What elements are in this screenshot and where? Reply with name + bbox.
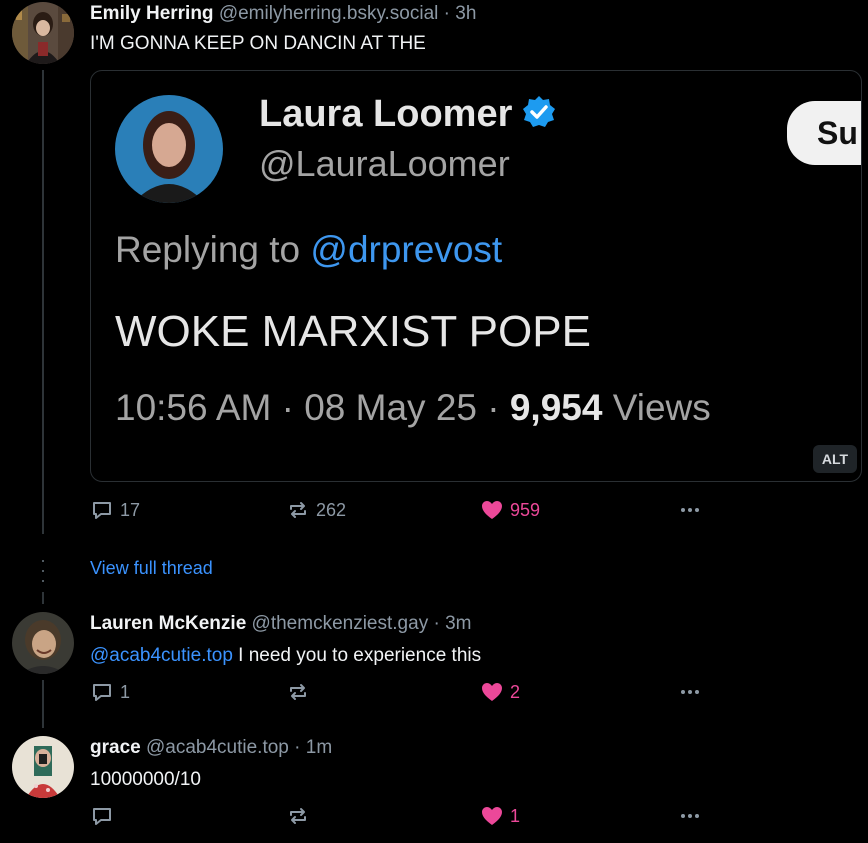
separator: · [433,613,440,634]
heart-icon [482,807,502,825]
post-actions: 17 262 959 [90,498,810,522]
author-name[interactable]: grace [90,737,141,758]
verified-badge-icon [522,95,556,129]
reply-button[interactable] [90,804,120,828]
ellipsis-icon [681,814,699,818]
avatar[interactable] [12,736,74,798]
embed-replying-to: Replying to @drprevost [115,229,503,270]
embed-reply-mention: @drprevost [310,229,503,270]
embed-meta: 10:56 AM · 08 May 25 · 9,954 Views [115,387,711,428]
repost-count: 262 [316,499,347,520]
like-button[interactable]: 2 [480,680,520,704]
post-actions: 1 2 [90,680,810,704]
avatar[interactable] [12,2,74,64]
like-count: 2 [510,681,521,702]
view-full-thread-link[interactable]: View full thread [90,558,213,579]
heart-icon [482,501,502,519]
post-header: Lauren McKenzie @themckenziest.gay · 3m [90,612,471,636]
repost-arrows-icon [290,684,306,700]
repost-arrows-icon [290,502,306,518]
author-handle[interactable]: @emilyherring.bsky.social [219,3,439,24]
heart-icon [482,683,502,701]
repost-arrows-icon [290,808,306,824]
separator: · [294,737,301,758]
more-options-button[interactable] [678,804,708,828]
alt-text-badge[interactable]: ALT [813,445,857,473]
post-lauren-mckenzie[interactable]: Lauren McKenzie @themckenziest.gay · 3m … [0,610,868,730]
embed-author-name: Laura Loomer [259,93,556,136]
embed-author-handle: @LauraLoomer [259,143,510,184]
ellipsis-icon [681,508,699,512]
reply-button[interactable]: 17 [90,498,140,522]
reply-count: 17 [120,499,141,520]
more-options-button[interactable] [678,680,708,704]
post-text: 10000000/10 [90,769,201,790]
reply-count: 1 [120,681,131,702]
post-emily-herring[interactable]: Emily Herring @emilyherring.bsky.social … [0,0,868,600]
like-count: 959 [510,499,541,520]
post-text: I'M GONNA KEEP ON DANCIN AT THE [90,33,426,54]
embed-body-text: WOKE MARXIST POPE [115,307,591,356]
author-handle[interactable]: @themckenziest.gay [252,613,429,634]
like-count: 1 [510,805,521,826]
post-time[interactable]: 3m [445,613,471,634]
speech-bubble-icon [93,808,111,825]
post-header: Emily Herring @emilyherring.bsky.social … [90,2,476,26]
post-time[interactable]: 1m [306,737,332,758]
author-handle[interactable]: @acab4cutie.top [146,737,289,758]
avatar[interactable] [12,612,74,674]
post-time[interactable]: 3h [455,3,476,24]
author-name[interactable]: Lauren McKenzie [90,613,246,634]
speech-bubble-icon [93,684,111,701]
separator: · [443,3,450,24]
speech-bubble-icon [93,502,111,519]
post-text: @acab4cutie.top I need you to experience… [90,645,482,666]
ellipsis-icon [681,690,699,694]
post-grace[interactable]: grace @acab4cutie.top · 1m 10000000/10 1 [0,734,868,843]
more-options-button[interactable] [678,498,708,522]
repost-button[interactable] [286,804,316,828]
reply-button[interactable]: 1 [90,680,130,704]
like-button[interactable]: 1 [480,804,520,828]
like-button[interactable]: 959 [480,498,540,522]
author-name[interactable]: Emily Herring [90,3,214,24]
embedded-image[interactable]: Laura Loomer @LauraLoomer Su Replying to… [90,70,862,482]
repost-button[interactable] [286,680,316,704]
embed-avatar [115,95,223,203]
repost-button[interactable]: 262 [286,498,346,522]
subscribe-button: Su [787,101,861,165]
post-header: grace @acab4cutie.top · 1m [90,736,332,760]
mention-link[interactable]: @acab4cutie.top [90,645,233,666]
post-actions: 1 [90,804,810,828]
